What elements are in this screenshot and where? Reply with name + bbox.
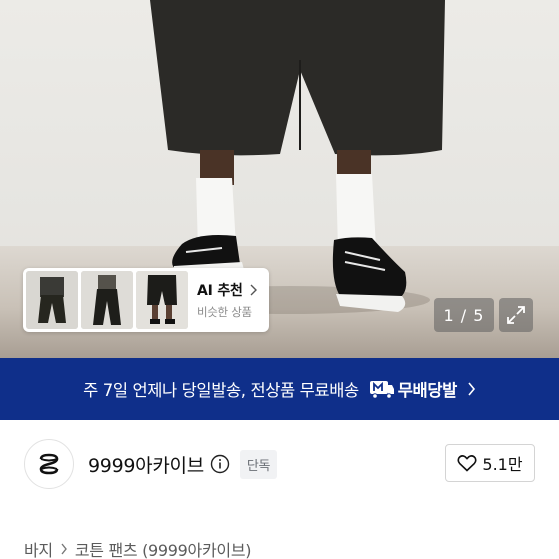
breadcrumb-product: 코튼 팬츠 (9999아카이브) xyxy=(74,541,252,559)
banner-strong-text: 무배당발 xyxy=(397,381,458,400)
product-image[interactable]: AI 추천 비슷한 상품 1 / 5 xyxy=(0,0,559,358)
banner-text: 주 7일 언제나 당일발송, 전상품 무료배송 xyxy=(83,381,359,400)
product-page: AI 추천 비슷한 상품 1 / 5 주 7일 언제나 당일발송, 전상품 무료… xyxy=(0,0,559,559)
ai-thumbnail-1[interactable] xyxy=(26,271,78,329)
like-button[interactable]: 5.1만 xyxy=(445,444,535,482)
shop-row: 9999아카이브 단독 5.1만 xyxy=(24,438,535,490)
ai-card-text: AI 추천 비슷한 상품 xyxy=(197,280,258,320)
shop-logo-icon xyxy=(39,453,59,475)
shop-logo[interactable] xyxy=(24,439,74,489)
ai-thumbnail-2[interactable] xyxy=(81,271,133,329)
shop-name[interactable]: 9999아카이브 xyxy=(88,451,204,478)
ai-card-subtitle: 비슷한 상품 xyxy=(197,305,252,319)
ai-title-row: AI 추천 xyxy=(197,280,258,300)
image-counter: 1 / 5 xyxy=(434,298,494,332)
like-count: 5.1만 xyxy=(482,455,523,474)
chevron-right-icon xyxy=(468,382,475,396)
expand-icon xyxy=(507,306,525,324)
ai-recommendation-card[interactable]: AI 추천 비슷한 상품 xyxy=(23,268,269,332)
heart-icon xyxy=(457,455,477,472)
chevron-right-icon xyxy=(250,284,257,296)
ai-card-title: AI 추천 xyxy=(197,283,243,299)
ai-thumbnail-3[interactable] xyxy=(136,271,188,329)
breadcrumb: 바지 코튼 팬츠 (9999아카이브) xyxy=(24,537,251,559)
shipping-banner[interactable]: 주 7일 언제나 당일발송, 전상품 무료배송 무배당발 xyxy=(0,358,559,420)
exclusive-badge: 단독 xyxy=(239,449,278,479)
m-delivery-icon xyxy=(369,381,394,399)
chevron-right-icon xyxy=(61,543,67,555)
expand-button[interactable] xyxy=(499,298,533,332)
info-icon[interactable] xyxy=(210,454,230,474)
breadcrumb-category[interactable]: 바지 xyxy=(24,537,53,559)
